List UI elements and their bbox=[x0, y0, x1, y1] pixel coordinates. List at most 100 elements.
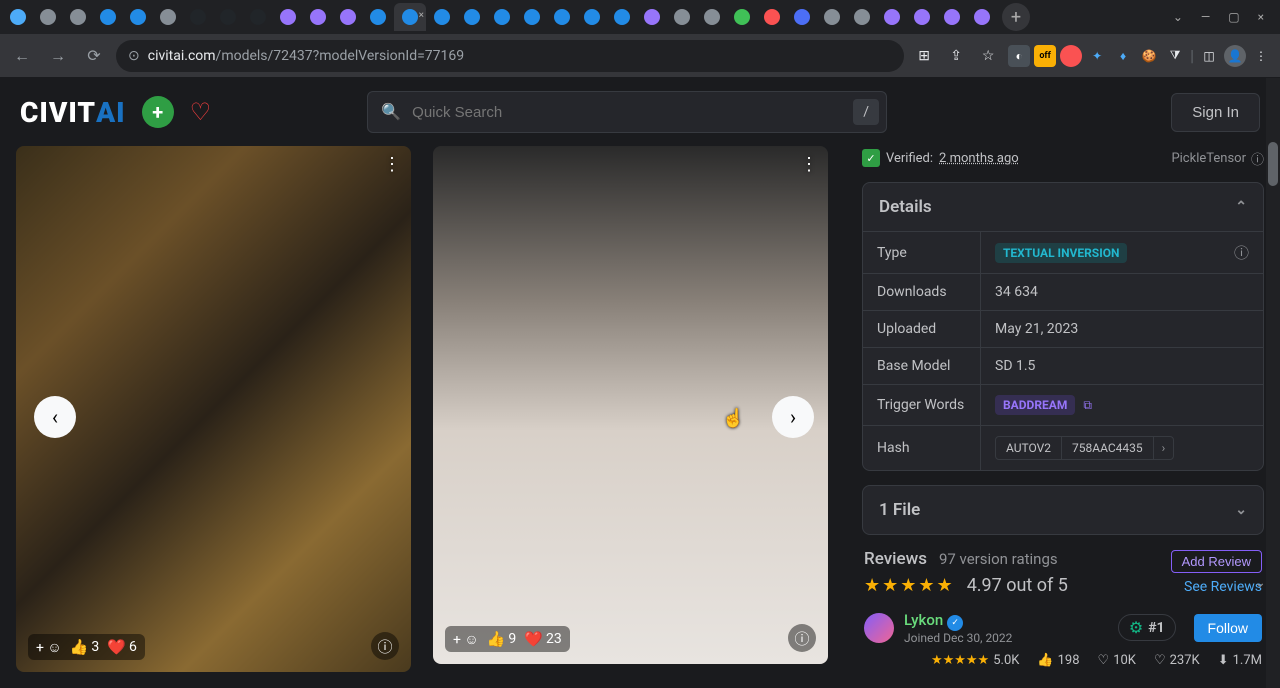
verified-time-link[interactable]: 2 months ago bbox=[939, 151, 1019, 166]
hash-pill[interactable]: AUTOV2 758AAC4435 › bbox=[995, 436, 1174, 460]
extension-icon[interactable]: ♦ bbox=[1112, 45, 1134, 67]
tab[interactable] bbox=[364, 3, 392, 31]
add-reaction-button[interactable]: + ☺ bbox=[36, 639, 62, 656]
tab[interactable] bbox=[304, 3, 332, 31]
site-info-icon[interactable]: ⊙ bbox=[128, 48, 140, 64]
address-bar[interactable]: ⊙ civitai.com/models/72437?modelVersionI… bbox=[116, 40, 904, 72]
carousel-next-button[interactable]: › bbox=[772, 396, 814, 438]
tab-active[interactable]: × bbox=[394, 3, 426, 31]
details-panel-header[interactable]: Details ⌃ bbox=[863, 183, 1263, 231]
tab[interactable] bbox=[968, 3, 996, 31]
info-icon[interactable]: ⓘ bbox=[1234, 242, 1249, 263]
extension-icon[interactable]: off bbox=[1034, 45, 1056, 67]
tab[interactable] bbox=[908, 3, 936, 31]
see-reviews-link[interactable]: See Reviews bbox=[1184, 579, 1262, 595]
image-gallery: ⋮ + ☺ 👍3 ❤️6 ⓘ ⋮ + ☺ 👍9 ❤️23 ⓘ ‹ › ☝ bbox=[0, 146, 862, 688]
share-icon[interactable]: ⇪ bbox=[944, 44, 968, 68]
extension-icon[interactable]: ◐ bbox=[1008, 45, 1030, 67]
window-maximize-icon[interactable]: ▢ bbox=[1228, 10, 1239, 24]
back-button[interactable]: ← bbox=[8, 42, 36, 70]
info-icon[interactable]: ⓘ bbox=[1251, 149, 1264, 168]
gallery-image[interactable]: ⋮ + ☺ 👍9 ❤️23 ⓘ bbox=[433, 146, 828, 664]
reload-button[interactable]: ⟳ bbox=[80, 42, 108, 70]
verified-label: Verified: bbox=[886, 151, 933, 166]
chevron-right-icon[interactable]: › bbox=[1154, 437, 1174, 459]
tab[interactable] bbox=[938, 3, 966, 31]
creator-name-link[interactable]: Lykon bbox=[904, 611, 943, 629]
tab[interactable] bbox=[334, 3, 362, 31]
reviews-title: Reviews bbox=[864, 549, 927, 569]
tab[interactable] bbox=[668, 3, 696, 31]
tab[interactable] bbox=[878, 3, 906, 31]
chevron-up-icon: ⌃ bbox=[1235, 199, 1247, 215]
image-menu-icon[interactable]: ⋮ bbox=[383, 154, 401, 175]
tab[interactable] bbox=[788, 3, 816, 31]
extension-icon[interactable]: 🍪 bbox=[1138, 45, 1160, 67]
details-sidebar: ✓ Verified: 2 months ago PickleTensor ⓘ … bbox=[862, 146, 1280, 688]
window-close-icon[interactable]: × bbox=[1258, 10, 1264, 24]
profile-icon[interactable]: 👤 bbox=[1224, 45, 1246, 67]
tab[interactable] bbox=[428, 3, 456, 31]
details-panel: Details ⌃ Type TEXTUAL INVERSIONⓘ Downlo… bbox=[862, 182, 1264, 471]
like-reaction[interactable]: 👍3 bbox=[70, 638, 100, 656]
extensions-button[interactable]: ⧩ bbox=[1164, 45, 1186, 67]
tab[interactable] bbox=[184, 3, 212, 31]
scrollbar-track[interactable] bbox=[1266, 78, 1280, 688]
tab[interactable] bbox=[818, 3, 846, 31]
tab[interactable] bbox=[4, 3, 32, 31]
extension-icon[interactable] bbox=[1060, 45, 1082, 67]
forward-button[interactable]: → bbox=[44, 42, 72, 70]
tab[interactable] bbox=[458, 3, 486, 31]
copy-icon[interactable]: ⧉ bbox=[1083, 398, 1092, 413]
follow-button[interactable]: Follow bbox=[1194, 614, 1262, 642]
image-info-icon[interactable]: ⓘ bbox=[788, 624, 816, 652]
like-reaction[interactable]: 👍9 bbox=[487, 630, 517, 648]
tab[interactable] bbox=[94, 3, 122, 31]
image-menu-icon[interactable]: ⋮ bbox=[800, 154, 818, 175]
tab[interactable] bbox=[638, 3, 666, 31]
tab[interactable] bbox=[214, 3, 242, 31]
tab[interactable] bbox=[848, 3, 876, 31]
tab[interactable] bbox=[578, 3, 606, 31]
window-dropdown-icon[interactable]: ⌄ bbox=[1173, 10, 1183, 24]
menu-icon[interactable]: ⋮ bbox=[1250, 45, 1272, 67]
sidepanel-icon[interactable]: ◫ bbox=[1198, 45, 1220, 67]
new-tab-button[interactable]: + bbox=[1002, 3, 1030, 31]
tab[interactable] bbox=[698, 3, 726, 31]
add-reaction-button[interactable]: + ☺ bbox=[453, 631, 479, 648]
avatar[interactable] bbox=[864, 613, 894, 643]
files-panel-header[interactable]: 1 File ⌄ bbox=[863, 486, 1263, 534]
tab[interactable] bbox=[608, 3, 636, 31]
gallery-image[interactable]: ⋮ + ☺ 👍3 ❤️6 ⓘ bbox=[16, 146, 411, 672]
tab[interactable] bbox=[518, 3, 546, 31]
window-minimize-icon[interactable]: — bbox=[1201, 10, 1210, 24]
install-app-icon[interactable]: ⊞ bbox=[912, 44, 936, 68]
chevron-down-icon[interactable]: ⌄ bbox=[1254, 575, 1266, 591]
add-button[interactable]: + bbox=[142, 96, 174, 128]
heart-reaction[interactable]: ❤️23 bbox=[524, 630, 561, 648]
tab[interactable] bbox=[244, 3, 272, 31]
signin-button[interactable]: Sign In bbox=[1171, 93, 1260, 132]
add-review-button[interactable]: Add Review bbox=[1171, 550, 1262, 573]
close-icon[interactable]: × bbox=[419, 10, 424, 21]
tab[interactable] bbox=[124, 3, 152, 31]
tab[interactable] bbox=[728, 3, 756, 31]
carousel-prev-button[interactable]: ‹ bbox=[34, 396, 76, 438]
scrollbar-thumb[interactable] bbox=[1268, 142, 1278, 186]
logo[interactable]: CIVITAI bbox=[20, 96, 126, 129]
favorites-icon[interactable]: ♡ bbox=[190, 98, 212, 126]
tab[interactable] bbox=[34, 3, 62, 31]
tab[interactable] bbox=[548, 3, 576, 31]
tab[interactable] bbox=[488, 3, 516, 31]
search-input[interactable] bbox=[367, 91, 887, 133]
verified-badge-icon: ✓ bbox=[862, 149, 880, 167]
tab[interactable] bbox=[154, 3, 182, 31]
tab[interactable] bbox=[758, 3, 786, 31]
heart-reaction[interactable]: ❤️6 bbox=[107, 638, 137, 656]
tab[interactable] bbox=[64, 3, 92, 31]
reviews-count: 97 version ratings bbox=[939, 550, 1058, 568]
image-info-icon[interactable]: ⓘ bbox=[371, 632, 399, 660]
bookmark-icon[interactable]: ☆ bbox=[976, 44, 1000, 68]
tab[interactable] bbox=[274, 3, 302, 31]
extension-icon[interactable]: ✦ bbox=[1086, 45, 1108, 67]
